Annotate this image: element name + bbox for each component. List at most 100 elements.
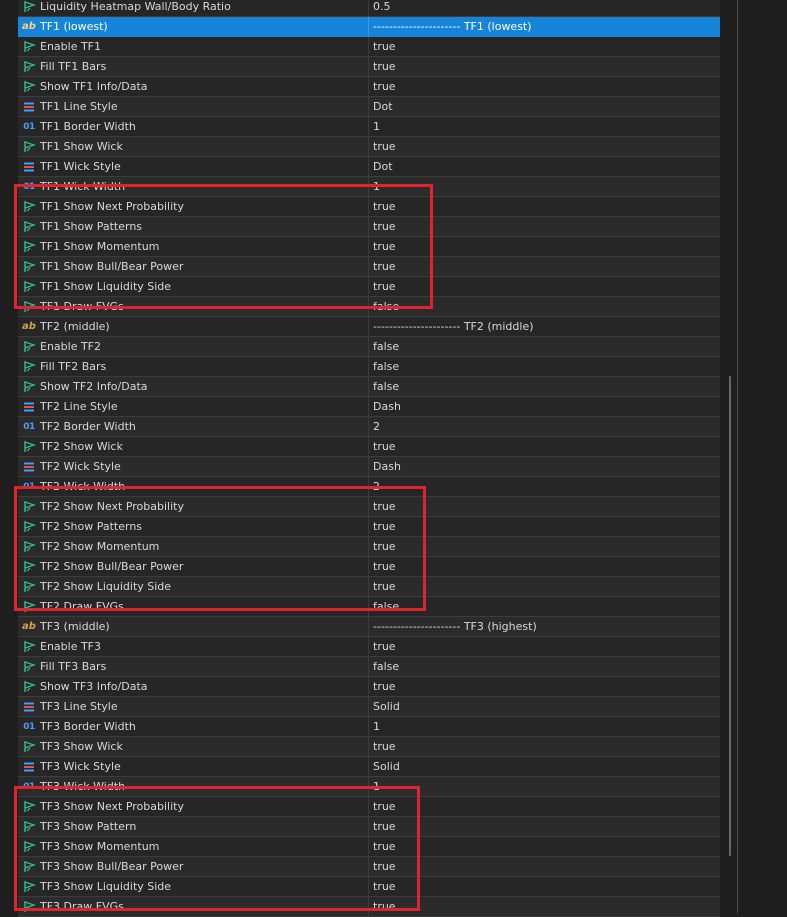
property-name-cell[interactable]: TF2 Show Momentum (18, 537, 369, 556)
property-name-cell[interactable]: TF1 Show Momentum (18, 237, 369, 256)
property-value[interactable]: true (369, 237, 720, 256)
property-row[interactable]: Show TF3 Info/Data true (18, 677, 720, 697)
property-value[interactable]: true (369, 797, 720, 816)
property-value[interactable]: Dash (369, 457, 720, 476)
property-value[interactable]: false (369, 597, 720, 616)
property-name-cell[interactable]: TF2 Show Wick (18, 437, 369, 456)
property-name-cell[interactable]: 01 TF2 Wick Width (18, 477, 369, 496)
property-value[interactable]: true (369, 737, 720, 756)
property-value[interactable]: false (369, 657, 720, 676)
property-row[interactable]: 01 TF2 Border Width 2 (18, 417, 720, 437)
property-row[interactable]: Show TF1 Info/Data true (18, 77, 720, 97)
property-row[interactable]: TF1 Wick Style Dot (18, 157, 720, 177)
property-name-cell[interactable]: 01 TF3 Border Width (18, 717, 369, 736)
property-name-cell[interactable]: TF2 Show Patterns (18, 517, 369, 536)
property-name-cell[interactable]: 01 TF1 Wick Width (18, 177, 369, 196)
property-value[interactable]: true (369, 577, 720, 596)
property-row[interactable]: TF3 Show Pattern true (18, 817, 720, 837)
property-name-cell[interactable]: TF2 Show Liquidity Side (18, 577, 369, 596)
property-row[interactable]: 01 TF3 Border Width 1 (18, 717, 720, 737)
property-value[interactable]: true (369, 217, 720, 236)
property-value[interactable]: true (369, 837, 720, 856)
property-value[interactable]: 1 (369, 777, 720, 796)
property-value[interactable]: Dot (369, 157, 720, 176)
property-row[interactable]: Enable TF2 false (18, 337, 720, 357)
property-value[interactable]: true (369, 877, 720, 896)
property-name-cell[interactable]: TF1 Wick Style (18, 157, 369, 176)
property-name-cell[interactable]: 01 TF2 Border Width (18, 417, 369, 436)
property-row[interactable]: TF1 Show Wick true (18, 137, 720, 157)
property-row[interactable]: 01 TF3 Wick Width 1 (18, 777, 720, 797)
property-row[interactable]: TF3 Wick Style Solid (18, 757, 720, 777)
property-name-cell[interactable]: TF3 Show Momentum (18, 837, 369, 856)
property-name-cell[interactable]: Liquidity Heatmap Wall/Body Ratio (18, 0, 369, 16)
property-row[interactable]: TF3 Show Wick true (18, 737, 720, 757)
property-value[interactable]: false (369, 337, 720, 356)
property-value[interactable]: 2 (369, 477, 720, 496)
property-value[interactable]: ---------------------- TF1 (lowest) (369, 17, 720, 36)
property-row[interactable]: TF2 Draw FVGs false (18, 597, 720, 617)
property-row[interactable]: TF1 Show Next Probability true (18, 197, 720, 217)
property-name-cell[interactable]: TF1 Draw FVGs (18, 297, 369, 316)
property-row[interactable]: TF2 Show Liquidity Side true (18, 577, 720, 597)
property-row[interactable]: Show TF2 Info/Data false (18, 377, 720, 397)
property-value[interactable]: true (369, 497, 720, 516)
property-row[interactable]: TF2 Show Wick true (18, 437, 720, 457)
property-row[interactable]: TF3 Show Liquidity Side true (18, 877, 720, 897)
property-name-cell[interactable]: 01 TF3 Wick Width (18, 777, 369, 796)
property-value[interactable]: true (369, 37, 720, 56)
property-row[interactable]: Liquidity Heatmap Wall/Body Ratio 0.5 (18, 0, 720, 17)
property-value[interactable]: true (369, 557, 720, 576)
property-row[interactable]: TF3 Show Momentum true (18, 837, 720, 857)
property-row[interactable]: TF2 Show Bull/Bear Power true (18, 557, 720, 577)
property-name-cell[interactable]: TF2 Show Next Probability (18, 497, 369, 516)
property-name-cell[interactable]: Fill TF3 Bars (18, 657, 369, 676)
property-name-cell[interactable]: TF1 Show Patterns (18, 217, 369, 236)
property-value[interactable]: true (369, 57, 720, 76)
property-name-cell[interactable]: TF3 Draw FVGs (18, 897, 369, 916)
property-name-cell[interactable]: TF3 Show Bull/Bear Power (18, 857, 369, 876)
property-value[interactable]: false (369, 377, 720, 396)
property-row[interactable]: TF1 Show Patterns true (18, 217, 720, 237)
property-row[interactable]: Fill TF1 Bars true (18, 57, 720, 77)
property-name-cell[interactable]: TF1 Show Next Probability (18, 197, 369, 216)
property-name-cell[interactable]: ab TF3 (middle) (18, 617, 369, 636)
property-value[interactable]: true (369, 277, 720, 296)
property-name-cell[interactable]: Show TF1 Info/Data (18, 77, 369, 96)
property-value[interactable]: true (369, 197, 720, 216)
property-row[interactable]: TF3 Line Style Solid (18, 697, 720, 717)
property-name-cell[interactable]: Enable TF3 (18, 637, 369, 656)
property-value[interactable]: true (369, 437, 720, 456)
property-value[interactable]: true (369, 677, 720, 696)
property-value[interactable]: Solid (369, 697, 720, 716)
property-value[interactable]: ---------------------- TF3 (highest) (369, 617, 720, 636)
property-value[interactable]: true (369, 77, 720, 96)
property-name-cell[interactable]: Show TF2 Info/Data (18, 377, 369, 396)
property-row[interactable]: ab TF2 (middle) ---------------------- TF2… (18, 317, 720, 337)
property-row[interactable]: TF3 Show Bull/Bear Power true (18, 857, 720, 877)
property-value[interactable]: Solid (369, 757, 720, 776)
property-value[interactable]: true (369, 537, 720, 556)
property-name-cell[interactable]: ab TF2 (middle) (18, 317, 369, 336)
property-name-cell[interactable]: Enable TF1 (18, 37, 369, 56)
property-name-cell[interactable]: TF2 Show Bull/Bear Power (18, 557, 369, 576)
property-row[interactable]: TF3 Show Next Probability true (18, 797, 720, 817)
vertical-scrollbar[interactable] (729, 376, 731, 856)
property-row[interactable]: 01 TF2 Wick Width 2 (18, 477, 720, 497)
property-row[interactable]: ab TF3 (middle) ---------------------- TF3… (18, 617, 720, 637)
property-row[interactable]: Enable TF1 true (18, 37, 720, 57)
property-name-cell[interactable]: ab TF1 (lowest) (18, 17, 369, 36)
property-row[interactable]: ab TF1 (lowest) ---------------------- TF1… (18, 17, 720, 37)
property-row[interactable]: TF1 Show Bull/Bear Power true (18, 257, 720, 277)
property-name-cell[interactable]: TF3 Show Wick (18, 737, 369, 756)
property-name-cell[interactable]: TF3 Wick Style (18, 757, 369, 776)
property-value[interactable]: 2 (369, 417, 720, 436)
property-value[interactable]: true (369, 517, 720, 536)
property-name-cell[interactable]: TF1 Show Liquidity Side (18, 277, 369, 296)
property-value[interactable]: true (369, 257, 720, 276)
property-name-cell[interactable]: TF3 Line Style (18, 697, 369, 716)
property-name-cell[interactable]: TF2 Draw FVGs (18, 597, 369, 616)
property-value[interactable]: 1 (369, 117, 720, 136)
property-name-cell[interactable]: TF2 Wick Style (18, 457, 369, 476)
property-value[interactable]: Dot (369, 97, 720, 116)
